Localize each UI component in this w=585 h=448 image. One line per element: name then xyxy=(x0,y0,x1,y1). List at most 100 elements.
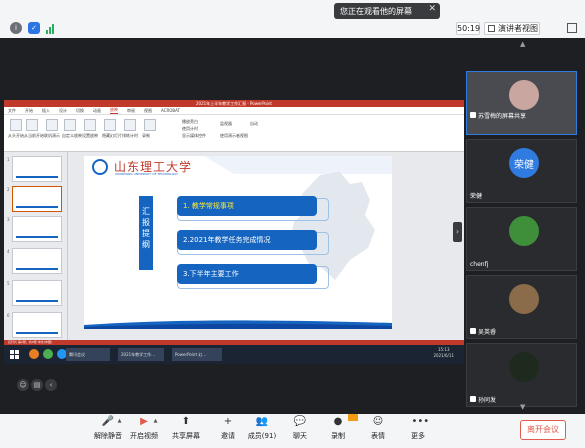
participant-name: 苏雪梅的屏幕共享 xyxy=(470,111,526,120)
members-icon: 👥 xyxy=(255,416,269,427)
scroll-up-icon[interactable]: ▲ xyxy=(520,40,525,48)
ribbon-tool-icon[interactable] xyxy=(124,119,136,131)
ribbon-monitor-label[interactable]: 监视器 xyxy=(220,121,232,127)
participant-tile[interactable]: 荣健 荣健 xyxy=(466,139,577,203)
signal-icon[interactable] xyxy=(44,22,56,34)
ppt-menu-item[interactable]: 开始 xyxy=(25,108,33,114)
windows-taskbar: 腾讯会议 2021年教学工作... PowerPoint 幻... 15:13 20… xyxy=(4,345,464,364)
ppt-menu-item[interactable]: 切换 xyxy=(76,108,84,114)
taskbar-task[interactable]: 2021年教学工作... xyxy=(118,348,164,361)
ribbon-tool-icon[interactable] xyxy=(104,119,116,131)
share-notice[interactable]: 您正在观看他的屏幕 ✕ xyxy=(334,3,440,19)
ribbon-tool-label: 自定义放映 xyxy=(62,133,82,138)
ribbon-tool-icon[interactable] xyxy=(84,119,96,131)
toolbar-button-9[interactable]: ••• 更多 xyxy=(398,416,438,446)
ppt-menu-item[interactable]: 插入 xyxy=(42,108,50,114)
toolbar-button-5[interactable]: 👥 成员(91) xyxy=(242,416,282,446)
meeting-top-bar: 您正在观看他的屏幕 ✕ i ✓ 50:19 演讲者视图 xyxy=(0,0,585,38)
toolbar-button-2[interactable]: ▶ ▲ 开启视频 xyxy=(124,416,164,446)
toolbar-button-label: 成员(91) xyxy=(247,432,277,440)
ppt-menu-item[interactable]: 审阅 xyxy=(127,108,135,114)
thumbnail-bar xyxy=(16,176,58,178)
ppt-menu-item[interactable]: 文件 xyxy=(8,108,16,114)
participant-tile[interactable]: 苏雪梅的屏幕共享 xyxy=(466,71,577,135)
ribbon-tool-icon[interactable] xyxy=(144,119,156,131)
taskbar-date: 2021/6/11 xyxy=(433,353,454,358)
taskbar-task[interactable]: PowerPoint 幻... xyxy=(172,348,222,361)
invite-icon: + xyxy=(223,416,233,427)
ribbon-tool-icon[interactable] xyxy=(26,119,38,131)
participant-tile[interactable]: 吴英睿 xyxy=(466,275,577,339)
windows-start-icon[interactable] xyxy=(10,350,19,359)
ribbon-monitor-label[interactable]: 自动 xyxy=(250,121,258,127)
ppt-menu-item[interactable]: ACROBAT xyxy=(161,108,180,113)
info-icon[interactable]: i xyxy=(10,22,22,34)
participant-name: 孙同发 xyxy=(470,395,496,404)
toolbar-button-label: 共享屏幕 xyxy=(172,432,200,440)
slide-thumbnail[interactable]: 3 xyxy=(7,216,62,242)
slide-thumbnail[interactable]: 2 xyxy=(7,186,62,212)
scroll-down-icon[interactable]: ▼ xyxy=(520,403,525,411)
taskbar-clock: 15:13 2021/6/11 xyxy=(433,347,454,359)
caret-up-icon[interactable]: ▲ xyxy=(154,418,158,424)
ribbon-tool-label: 从头开始 xyxy=(8,133,24,138)
ppt-menu-item[interactable]: 设计 xyxy=(59,108,67,114)
slide-number: 5 xyxy=(7,281,10,286)
record-new-badge xyxy=(348,414,358,421)
ribbon-tool-icon[interactable] xyxy=(46,119,58,131)
current-slide: 山东理工大学 SHANDONG UNIVERSITY OF TECHNOLOGY… xyxy=(84,156,392,329)
participant-name-text: 荣健 xyxy=(470,193,483,200)
ppt-menu-item[interactable]: 视图 xyxy=(144,108,152,114)
ribbon-check-label[interactable]: 使用计时 xyxy=(182,126,198,132)
ribbon-tool-icon[interactable] xyxy=(64,119,76,131)
toolbar-button-6[interactable]: 💬 聊天 xyxy=(280,416,320,446)
participant-tile[interactable]: chenfj xyxy=(466,207,577,271)
slide-number: 4 xyxy=(7,249,10,254)
participant-avatar xyxy=(509,216,539,246)
ribbon-tool-icon[interactable] xyxy=(10,119,22,131)
participant-name: 吴英睿 xyxy=(470,327,496,336)
toolbar-button-8[interactable]: ☺ 表情 xyxy=(358,416,398,446)
ribbon-check-label[interactable]: 显示媒体控件 xyxy=(182,133,206,139)
ribbon-monitor-label[interactable]: 使用演示者视图 xyxy=(220,133,248,139)
slide-thumbnail[interactable]: 4 xyxy=(7,248,62,274)
speaker-view-label: 演讲者视图 xyxy=(498,24,538,33)
meeting-timer: 50:19 xyxy=(456,22,481,35)
participant-tile[interactable]: 孙同发 xyxy=(466,343,577,407)
participant-avatar: 荣健 xyxy=(509,148,539,178)
toolbar-button-1[interactable]: 🎤 ▲ 解除静音 xyxy=(88,416,128,446)
grid-icon xyxy=(488,25,495,32)
ppt-title-bar: 2021年上半年教学工作汇报 · PowerPoint xyxy=(4,100,464,107)
chrome-icon[interactable] xyxy=(43,349,53,359)
agenda-side-title: 汇报提纲 xyxy=(139,196,153,270)
collapse-left-chevron-icon[interactable]: ‹ xyxy=(45,379,57,391)
caret-up-icon[interactable]: ▲ xyxy=(118,418,122,424)
shield-icon[interactable]: ✓ xyxy=(28,22,40,34)
slide-thumbnail[interactable]: 6 xyxy=(7,312,62,338)
ppt-menu-item[interactable]: 放映 xyxy=(110,107,118,114)
university-seal-icon xyxy=(92,159,108,175)
more-icon: ••• xyxy=(411,416,430,427)
ppt-menu-item[interactable]: 动画 xyxy=(93,108,101,114)
mic-muted-icon: 🎤 ▲ xyxy=(101,416,122,427)
chat-small-icon[interactable]: ▤ xyxy=(31,379,43,391)
browser-icon[interactable] xyxy=(29,349,39,359)
close-icon[interactable]: ✕ xyxy=(428,4,436,14)
university-logo-subtitle: SHANDONG UNIVERSITY OF TECHNOLOGY xyxy=(115,172,179,176)
agenda-item: 3.下半年主要工作 xyxy=(177,264,317,284)
ribbon-check-label[interactable]: 播放旁白 xyxy=(182,119,198,125)
share-notice-text: 您正在观看他的屏幕 xyxy=(340,6,412,16)
thumbnail-bar xyxy=(16,300,58,302)
ppt-menu-bar: 文件 开始 插入 设计 切换 动画 放映 审阅 视图 ACROBAT xyxy=(4,107,464,115)
fullscreen-icon[interactable] xyxy=(567,23,577,33)
speaker-view-button[interactable]: 演讲者视图 xyxy=(484,22,540,35)
toolbar-button-3[interactable]: ⬆ 共享屏幕 xyxy=(166,416,206,446)
agenda-item: 1. 教学常规事项 xyxy=(177,196,317,216)
taskbar-task[interactable]: 腾讯会议 xyxy=(66,348,110,361)
ribbon-tool-label: 设置放映 xyxy=(82,133,98,138)
collapse-panel-chevron-icon[interactable]: › xyxy=(453,222,462,242)
slide-thumbnail[interactable]: 5 xyxy=(7,280,62,306)
slide-thumbnail[interactable]: 1 xyxy=(7,156,62,182)
emoji-small-icon[interactable]: ☺ xyxy=(17,379,29,391)
leave-meeting-button[interactable]: 离开会议 xyxy=(520,420,566,440)
